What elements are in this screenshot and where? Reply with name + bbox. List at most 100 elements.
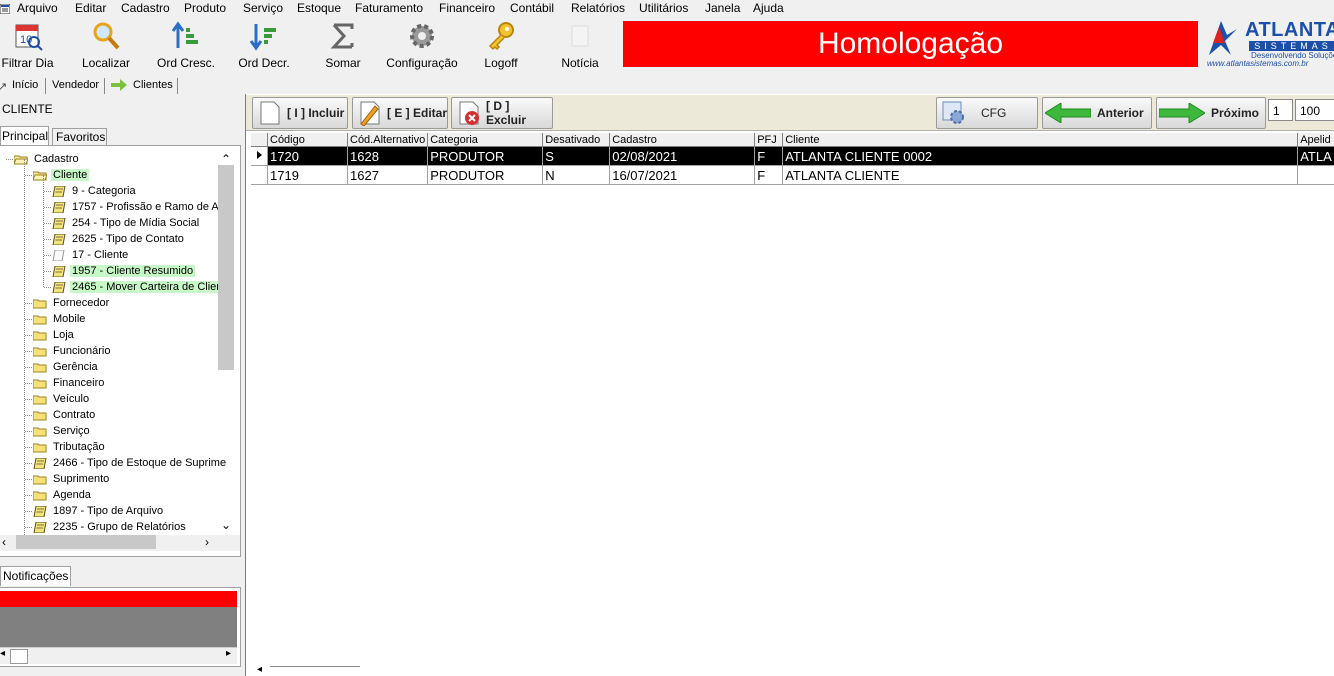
noticia-button[interactable]: Notícia xyxy=(557,17,603,70)
tree-node[interactable]: Suprimento xyxy=(33,471,111,487)
cell-desativado[interactable]: S xyxy=(542,146,611,166)
table-row[interactable]: 1719 1627 PRODUTOR N 16/07/2021 F ATLANT… xyxy=(251,165,1334,185)
logoff-button[interactable]: Logoff xyxy=(480,17,522,70)
col-cadastro[interactable]: Cadastro xyxy=(609,133,756,147)
col-apelido[interactable]: Apelid xyxy=(1297,133,1334,147)
tree-node[interactable]: Contrato xyxy=(33,407,97,423)
somar-button[interactable]: Somar xyxy=(322,17,364,70)
menu-estoque[interactable]: Estoque xyxy=(297,1,341,15)
tree-node[interactable]: 254 - Tipo de Mídia Social xyxy=(52,215,201,231)
cell-cliente[interactable]: ATLANTA CLIENTE xyxy=(782,165,1299,185)
scroll-down-icon[interactable]: ⌄ xyxy=(221,518,231,532)
grid-scroll-track[interactable] xyxy=(270,666,360,667)
notification-scrollbar[interactable]: ◂ ▸ xyxy=(0,647,237,664)
incluir-button[interactable]: [ I ] Incluir xyxy=(252,97,348,129)
tab-favoritos[interactable]: Favoritos xyxy=(52,128,107,146)
tree-node[interactable]: Gerência xyxy=(33,359,100,375)
tree-node[interactable]: Veículo xyxy=(33,391,91,407)
tree-node[interactable]: 2625 - Tipo de Contato xyxy=(52,231,186,247)
tree-node[interactable]: Mobile xyxy=(33,311,87,327)
cell-codigo[interactable]: 1720 xyxy=(267,146,348,166)
tree-node[interactable]: Agenda xyxy=(33,487,93,503)
tree-node[interactable]: Funcionário xyxy=(33,343,112,359)
col-codigo[interactable]: Código xyxy=(267,133,348,147)
cell-cod-alternativo[interactable]: 1627 xyxy=(347,165,429,185)
menu-produto[interactable]: Produto xyxy=(184,1,226,15)
tab-principal[interactable]: Principal xyxy=(0,126,49,146)
tree-node[interactable]: Tributação xyxy=(33,439,107,455)
cell-cadastro[interactable]: 16/07/2021 xyxy=(609,165,756,185)
cell-categoria[interactable]: PRODUTOR xyxy=(427,165,544,185)
tree-node[interactable]: 1957 - Cliente Resumido xyxy=(52,263,196,279)
menu-janela[interactable]: Janela xyxy=(705,1,740,15)
tree-node[interactable]: 1757 - Profissão e Ramo de Ati xyxy=(52,199,226,215)
tab-inicio[interactable]: Início xyxy=(12,79,38,91)
localizar-button[interactable]: Localizar xyxy=(80,17,132,70)
cell-cadastro[interactable]: 02/08/2021 xyxy=(609,146,756,166)
menu-servico[interactable]: Serviço xyxy=(243,1,283,15)
scroll-up-icon[interactable]: ⌃ xyxy=(221,152,231,166)
tree-horizontal-scrollbar[interactable]: ‹ › xyxy=(0,535,240,551)
cfg-button[interactable]: CFG xyxy=(936,97,1038,129)
tree-node[interactable]: 17 - Cliente xyxy=(52,247,130,263)
anterior-button[interactable]: Anterior xyxy=(1042,97,1152,129)
filtrar-dia-button[interactable]: 10 Filtrar Dia xyxy=(0,17,55,70)
menu-arquivo[interactable]: Arquivo xyxy=(17,1,58,15)
notificacoes-tab[interactable]: Notificações xyxy=(0,566,72,586)
tree-node[interactable]: 2235 - Grupo de Relatórios xyxy=(33,519,188,535)
ord-decr-button[interactable]: Ord Decr. xyxy=(236,17,292,70)
cell-apelido[interactable]: ATLA xyxy=(1297,146,1334,166)
new-document-icon xyxy=(260,101,280,125)
proximo-button[interactable]: Próximo xyxy=(1156,97,1266,129)
menu-utilitarios[interactable]: Utilitários xyxy=(639,1,688,15)
col-pfj[interactable]: PFJ xyxy=(754,133,784,147)
scroll-left-icon[interactable]: ◂ xyxy=(0,648,5,659)
cell-pfj[interactable]: F xyxy=(754,165,784,185)
menu-editar[interactable]: Editar xyxy=(75,1,106,15)
col-categoria[interactable]: Categoria xyxy=(427,133,544,147)
tree-vertical-scrollbar[interactable] xyxy=(218,165,234,370)
cell-apelido[interactable] xyxy=(1297,165,1334,185)
tab-clientes[interactable]: Clientes xyxy=(133,79,173,91)
cell-categoria[interactable]: PRODUTOR xyxy=(427,146,544,166)
green-arrow-icon xyxy=(111,79,127,94)
cell-cod-alternativo[interactable]: 1628 xyxy=(347,146,429,166)
tree-node[interactable]: 9 - Categoria xyxy=(52,183,138,199)
tree-node[interactable]: Cliente xyxy=(33,167,90,183)
menu-faturamento[interactable]: Faturamento xyxy=(355,1,423,15)
cell-codigo[interactable]: 1719 xyxy=(267,165,348,185)
tree-node[interactable]: Fornecedor xyxy=(33,295,111,311)
editar-button[interactable]: [ E ] Editar xyxy=(352,97,448,129)
tree-node[interactable]: 2466 - Tipo de Estoque de Suprime xyxy=(33,455,228,471)
configuracao-button[interactable]: Configuração xyxy=(384,17,460,70)
app-menu-icon[interactable] xyxy=(0,3,11,15)
cell-desativado[interactable]: N xyxy=(542,165,611,185)
col-cod-alternativo[interactable]: Cód.Alternativo xyxy=(347,133,429,147)
menu-contabil[interactable]: Contábil xyxy=(510,1,554,15)
cell-cliente[interactable]: ATLANTA CLIENTE 0002 xyxy=(782,146,1299,166)
table-row[interactable]: 1720 1628 PRODUTOR S 02/08/2021 F ATLANT… xyxy=(251,146,1334,166)
page-size-field[interactable]: 100 xyxy=(1295,99,1334,121)
tree-node[interactable]: Serviço xyxy=(33,423,92,439)
scroll-thumb[interactable] xyxy=(16,535,156,549)
grid-scroll-left-icon[interactable]: ◂ xyxy=(257,664,262,675)
scroll-right-icon[interactable]: ▸ xyxy=(226,648,231,659)
menu-financeiro[interactable]: Financeiro xyxy=(439,1,495,15)
ord-cresc-button[interactable]: Ord Cresc. xyxy=(155,17,217,70)
tree-node[interactable]: 2465 - Mover Carteira de Client xyxy=(52,279,228,295)
col-cliente[interactable]: Cliente xyxy=(782,133,1299,147)
page-number-field[interactable]: 1 xyxy=(1268,99,1293,121)
scroll-right-icon[interactable]: › xyxy=(205,535,209,549)
tab-vendedor[interactable]: Vendedor xyxy=(52,79,99,91)
scroll-left-icon[interactable]: ‹ xyxy=(2,535,6,549)
tree-node[interactable]: Loja xyxy=(33,327,76,343)
menu-relatorios[interactable]: Relatórios xyxy=(571,1,625,15)
cell-pfj[interactable]: F xyxy=(754,146,784,166)
tree-node[interactable]: Financeiro xyxy=(33,375,106,391)
menu-ajuda[interactable]: Ajuda xyxy=(753,1,784,15)
scroll-thumb[interactable] xyxy=(10,649,28,664)
tree-node[interactable]: 1897 - Tipo de Arquivo xyxy=(33,503,165,519)
excluir-button[interactable]: [ D ] Excluir xyxy=(451,97,553,129)
col-desativado[interactable]: Desativado xyxy=(542,133,611,147)
menu-cadastro[interactable]: Cadastro xyxy=(121,1,170,15)
